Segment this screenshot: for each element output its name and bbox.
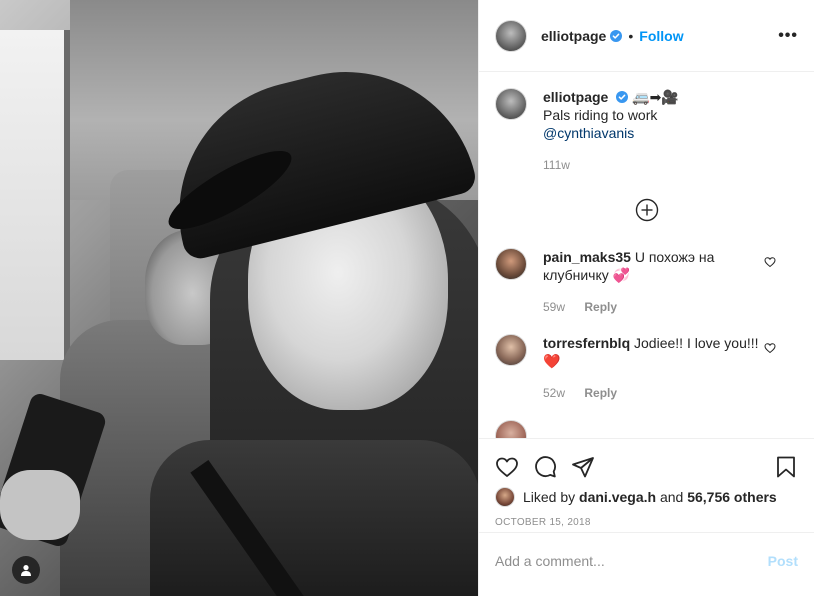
commenter-avatar[interactable]	[495, 248, 527, 280]
post-photo[interactable]	[0, 0, 478, 596]
photo-shirt	[150, 440, 478, 596]
add-comment-bar: Post	[479, 532, 814, 588]
commenter-avatar[interactable]	[495, 334, 527, 366]
comment-username[interactable]: torresfernblq	[543, 335, 630, 351]
post-side-panel: elliotpage • Follow ••• elliotpage 🚐➡🎥 P…	[478, 0, 814, 596]
caption-username[interactable]: elliotpage	[543, 89, 608, 105]
like-heart-icon[interactable]	[495, 455, 519, 479]
reply-button[interactable]: Reply	[584, 300, 617, 314]
like-comment-heart-icon[interactable]	[764, 342, 776, 354]
post-actions: Liked by dani.vega.h and 56,756 others O…	[479, 438, 814, 532]
follow-button[interactable]: Follow	[639, 28, 683, 44]
likes-prefix: Liked by	[523, 489, 576, 505]
verified-badge-icon	[616, 91, 629, 103]
comment-item: torresfernblq Jodiee!! I love you!!! ❤️ …	[495, 334, 798, 402]
comment-timestamp[interactable]: 59w	[543, 300, 565, 314]
liker-avatar[interactable]	[495, 487, 515, 507]
tagged-users-button[interactable]	[12, 556, 40, 584]
more-options-icon[interactable]: •••	[778, 27, 798, 45]
photo-hand	[0, 470, 80, 540]
comments-scroll-area[interactable]: elliotpage 🚐➡🎥 Pals riding to work @cynt…	[479, 72, 814, 438]
photo-window	[0, 30, 70, 360]
author-avatar[interactable]	[495, 19, 527, 52]
comment-input[interactable]	[495, 552, 768, 569]
comment-item-partial	[495, 420, 798, 438]
comment-username[interactable]: pain_maks35	[543, 249, 631, 265]
liker-username[interactable]: dani.vega.h	[579, 489, 656, 505]
likes-and: and	[659, 489, 684, 505]
commenter-avatar[interactable]	[495, 420, 527, 438]
header-separator: •	[628, 27, 634, 44]
reply-button[interactable]: Reply	[584, 386, 617, 400]
post-header: elliotpage • Follow •••	[479, 0, 814, 72]
likes-summary: Liked by dani.vega.h and 56,756 others	[495, 487, 798, 507]
likes-count[interactable]: 56,756 others	[687, 489, 777, 505]
comment-bubble-icon[interactable]	[533, 455, 557, 479]
user-icon	[21, 565, 31, 576]
comment-timestamp[interactable]: 52w	[543, 386, 565, 400]
post-comment-button[interactable]: Post	[768, 553, 798, 569]
load-more-comments-button[interactable]	[495, 198, 798, 222]
caption-text: Pals riding to work	[543, 107, 658, 123]
like-comment-heart-icon[interactable]	[764, 256, 776, 268]
caption: elliotpage 🚐➡🎥 Pals riding to work @cynt…	[495, 88, 798, 174]
comment-content: pain_maks35 U похожэ на клубничку 💞 59w …	[543, 248, 798, 316]
verified-badge-icon	[610, 29, 623, 42]
caption-timestamp[interactable]: 111w	[543, 156, 798, 174]
comment-content: torresfernblq Jodiee!! I love you!!! ❤️ …	[543, 334, 798, 402]
post-date[interactable]: OCTOBER 15, 2018	[495, 517, 798, 528]
caption-author-avatar[interactable]	[495, 88, 527, 120]
share-paper-plane-icon[interactable]	[571, 455, 595, 479]
caption-content: elliotpage 🚐➡🎥 Pals riding to work @cynt…	[543, 88, 798, 174]
caption-emoji: 🚐➡🎥	[632, 89, 679, 105]
action-icons-row	[495, 447, 798, 487]
plus-circle-icon	[635, 198, 658, 222]
comment-item: pain_maks35 U похожэ на клубничку 💞 59w …	[495, 248, 798, 316]
caption-mention-link[interactable]: @cynthiavanis	[543, 124, 798, 142]
save-bookmark-icon[interactable]	[774, 455, 798, 479]
instagram-post: elliotpage • Follow ••• elliotpage 🚐➡🎥 P…	[0, 0, 814, 596]
author-username[interactable]: elliotpage	[541, 28, 606, 44]
